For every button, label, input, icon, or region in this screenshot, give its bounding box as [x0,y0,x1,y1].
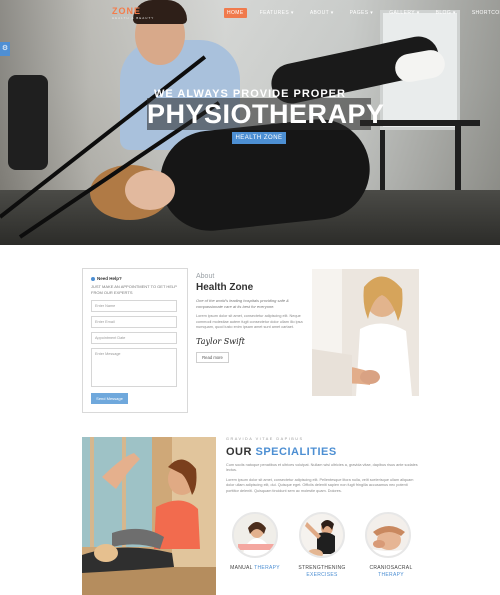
hero-banner: WE ALWAYS PROVIDE PROPER PHYSIOTHERAPY H… [0,0,500,245]
strengthening-label-accent: EXERCISES [306,572,338,578]
about-title: Health Zone [196,282,254,293]
read-more-button[interactable]: Read more [196,351,229,363]
patient-face [125,170,175,210]
manual-therapy-label-plain: MANUAL [230,565,255,571]
menu-item-about[interactable]: ABOUT ▾ [307,8,337,18]
about-label: About [196,273,215,280]
craniosacral-therapy-image[interactable] [365,512,411,558]
signature: Taylor Swift [196,336,245,346]
hero-button[interactable]: HEALTH ZONE [232,132,286,144]
manual-therapy-image[interactable] [232,512,278,558]
strengthening-label-plain: STRENGTHENING [298,565,346,571]
about-photo [312,269,419,396]
form-help: Need Help? [91,276,179,281]
logo-text: ZONE [112,6,142,16]
exercise-photo-illustration [82,437,216,595]
craniosacral-illustration [367,514,409,556]
form-note: JUST MAKE AN APPOINTMENT TO GET HELP FRO… [91,284,177,295]
date-field[interactable]: Appointment Date [91,332,177,344]
craniosacral-label[interactable]: CRANIOSACRAL THERAPY [358,565,424,579]
specialities-photo [82,437,216,595]
about-body: Lorem ipsum dolor sit amet, consectetur … [196,314,303,330]
manual-therapy-label-accent: THERAPY [254,565,280,571]
menu-item-pages[interactable]: PAGES ▾ [347,8,377,18]
hero-title: PHYSIOTHERAPY [147,98,385,130]
help-dot-icon [91,276,95,281]
specialities-title: OUR SPECIALITIES [226,446,337,458]
email-field[interactable]: Enter Email [91,316,177,328]
specialities-title-plain: OUR [226,446,256,458]
craniosacral-label-plain: CRANIOSACRAL [369,565,413,571]
menu-item-gallery[interactable]: GALLERY ▾ [386,8,422,18]
strengthening-label[interactable]: STRENGTHENING EXERCISES [291,565,353,579]
strengthening-illustration [301,514,343,556]
specialities-kicker: GRAVIDA VITAE DAPIBUS [226,437,304,441]
manual-therapy-label[interactable]: MANUAL THERAPY [226,565,284,572]
name-field[interactable]: Enter Name [91,300,177,312]
manual-therapy-illustration [234,514,276,556]
menu-item-home[interactable]: HOME [224,8,247,18]
specialities-intro: Cum sociis natoque penatibus et ultrices… [226,463,418,473]
send-message-button[interactable]: Send Message [91,393,128,404]
site-logo[interactable]: ZONE [88,6,141,16]
menu-item-features[interactable]: FEATURES ▾ [257,8,297,18]
specialities-body: Lorem ipsum dolor sit amet, consectetur … [226,478,414,493]
about-section: About Health Zone One of the world's lea… [196,273,308,363]
strengthening-exercises-image[interactable] [299,512,345,558]
form-help-label: Need Help? [97,276,122,281]
therapy-photo-illustration [312,269,419,396]
message-field[interactable]: Enter Message [91,348,177,387]
specialities-title-accent: SPECIALITIES [255,446,337,458]
top-navigation: ZONE HEALTH & BEAUTY HOME FEATURES ▾ ABO… [0,0,500,28]
menu-item-shortcodes[interactable]: SHORTCODES ▾ [469,8,500,18]
appointment-form: Need Help? JUST MAKE AN APPOINTMENT TO G… [82,268,188,413]
craniosacral-label-accent: THERAPY [378,572,404,578]
menu-item-blog[interactable]: BLOG ▾ [433,8,459,18]
main-menu: HOME FEATURES ▾ ABOUT ▾ PAGES ▾ GALLERY … [224,8,500,18]
sliders-icon[interactable]: ⚙ [0,42,10,56]
logo-subtitle: HEALTH & BEAUTY [112,16,155,20]
about-tagline: One of the world's leading hospitals pro… [196,298,289,309]
